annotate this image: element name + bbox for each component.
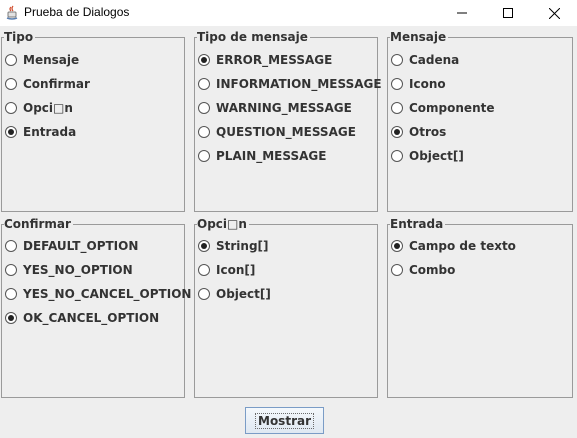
show-button-label: Mostrar	[255, 412, 314, 429]
radio-label: OK_CANCEL_OPTION	[23, 311, 160, 325]
radio-plain-message[interactable]: PLAIN_MESSAGE	[198, 148, 326, 164]
panel-confirmar-title: Confirmar	[4, 216, 73, 232]
radio-object-array[interactable]: Object[]	[391, 148, 464, 164]
radio-entrada[interactable]: Entrada	[5, 124, 76, 140]
radio-label: Opci□n	[23, 101, 73, 115]
radio-label: Object[]	[216, 287, 271, 301]
show-button[interactable]: Mostrar	[245, 407, 324, 434]
radio-question-message[interactable]: QUESTION_MESSAGE	[198, 124, 356, 140]
radio-indicator	[198, 240, 210, 252]
radio-icon-array[interactable]: Icon[]	[198, 262, 255, 278]
radio-indicator	[5, 288, 17, 300]
radio-label: INFORMATION_MESSAGE	[216, 77, 382, 91]
close-button[interactable]	[531, 0, 577, 26]
radio-combo[interactable]: Combo	[391, 262, 455, 278]
radio-componente[interactable]: Componente	[391, 100, 495, 116]
radio-label: Confirmar	[23, 77, 90, 91]
panel-mensaje: Mensaje Cadena Icono Componente Otros Ob…	[387, 29, 573, 212]
radio-indicator	[391, 264, 403, 276]
radio-indicator	[5, 264, 17, 276]
radio-label: ERROR_MESSAGE	[216, 53, 333, 67]
radio-warning-message[interactable]: WARNING_MESSAGE	[198, 100, 352, 116]
radio-indicator	[5, 240, 17, 252]
radio-opcion[interactable]: Opci□n	[5, 100, 73, 116]
radio-label: String[]	[216, 239, 269, 253]
radio-confirmar[interactable]: Confirmar	[5, 76, 90, 92]
radio-indicator	[198, 54, 210, 66]
radio-indicator	[391, 240, 403, 252]
radio-campo-de-texto[interactable]: Campo de texto	[391, 238, 516, 254]
radio-label: Mensaje	[23, 53, 80, 67]
radio-label: Icon[]	[216, 263, 256, 277]
radio-yes-no-option[interactable]: YES_NO_OPTION	[5, 262, 133, 278]
radio-label: Campo de texto	[409, 239, 516, 253]
radio-label: Otros	[409, 125, 447, 139]
panel-mensaje-title: Mensaje	[390, 29, 449, 45]
radio-indicator	[391, 126, 403, 138]
panel-entrada-title: Entrada	[390, 216, 446, 232]
radio-indicator	[198, 126, 210, 138]
close-icon	[548, 7, 560, 19]
radio-label: DEFAULT_OPTION	[23, 239, 139, 253]
radio-label: Icono	[409, 77, 446, 91]
title-bar: Prueba de Dialogos	[0, 0, 577, 26]
radio-label: Object[]	[409, 149, 464, 163]
radio-default-option[interactable]: DEFAULT_OPTION	[5, 238, 138, 254]
panel-confirmar: Confirmar DEFAULT_OPTION YES_NO_OPTION Y…	[1, 216, 191, 398]
radio-object-array-option[interactable]: Object[]	[198, 286, 271, 302]
panel-tipo-mensaje: Tipo de mensaje ERROR_MESSAGE INFORMATIO…	[194, 29, 382, 212]
radio-ok-cancel-option[interactable]: OK_CANCEL_OPTION	[5, 310, 159, 326]
radio-label: Componente	[409, 101, 495, 115]
radio-label: YES_NO_OPTION	[23, 263, 133, 277]
window-title: Prueba de Dialogos	[24, 5, 130, 19]
radio-indicator	[198, 78, 210, 90]
radio-indicator	[5, 126, 17, 138]
radio-label: Entrada	[23, 125, 77, 139]
panel-tipo: Tipo Mensaje Confirmar Opci□n Entrada	[1, 29, 185, 212]
radio-label: PLAIN_MESSAGE	[216, 149, 327, 163]
panel-entrada: Entrada Campo de texto Combo	[387, 216, 573, 398]
radio-information-message[interactable]: INFORMATION_MESSAGE	[198, 76, 382, 92]
panel-tipo-mensaje-title: Tipo de mensaje	[197, 29, 310, 45]
maximize-button[interactable]	[485, 0, 531, 26]
radio-label: Cadena	[409, 53, 460, 67]
radio-label: YES_NO_CANCEL_OPTION	[23, 287, 192, 301]
radio-indicator	[391, 78, 403, 90]
radio-indicator	[198, 102, 210, 114]
radio-cadena[interactable]: Cadena	[391, 52, 459, 68]
radio-indicator	[5, 54, 17, 66]
radio-indicator	[198, 264, 210, 276]
radio-indicator	[391, 54, 403, 66]
radio-label: WARNING_MESSAGE	[216, 101, 352, 115]
radio-indicator	[5, 78, 17, 90]
radio-icono[interactable]: Icono	[391, 76, 446, 92]
radio-indicator	[391, 150, 403, 162]
radio-mensaje[interactable]: Mensaje	[5, 52, 79, 68]
radio-indicator	[198, 150, 210, 162]
minimize-button[interactable]	[439, 0, 485, 26]
radio-indicator	[198, 288, 210, 300]
maximize-icon	[503, 8, 513, 18]
radio-label: QUESTION_MESSAGE	[216, 125, 356, 139]
panel-opcion: Opci□n String[] Icon[] Object[]	[194, 216, 378, 398]
radio-otros[interactable]: Otros	[391, 124, 446, 140]
radio-yes-no-cancel-option[interactable]: YES_NO_CANCEL_OPTION	[5, 286, 191, 302]
radio-indicator	[391, 102, 403, 114]
radio-label: Combo	[409, 263, 456, 277]
panel-tipo-title: Tipo	[4, 29, 36, 45]
java-app-icon	[4, 5, 20, 21]
radio-string-array[interactable]: String[]	[198, 238, 269, 254]
radio-indicator	[5, 312, 17, 324]
radio-error-message[interactable]: ERROR_MESSAGE	[198, 52, 332, 68]
minimize-icon	[457, 12, 467, 14]
radio-indicator	[5, 102, 17, 114]
panel-opcion-title: Opci□n	[197, 216, 249, 232]
